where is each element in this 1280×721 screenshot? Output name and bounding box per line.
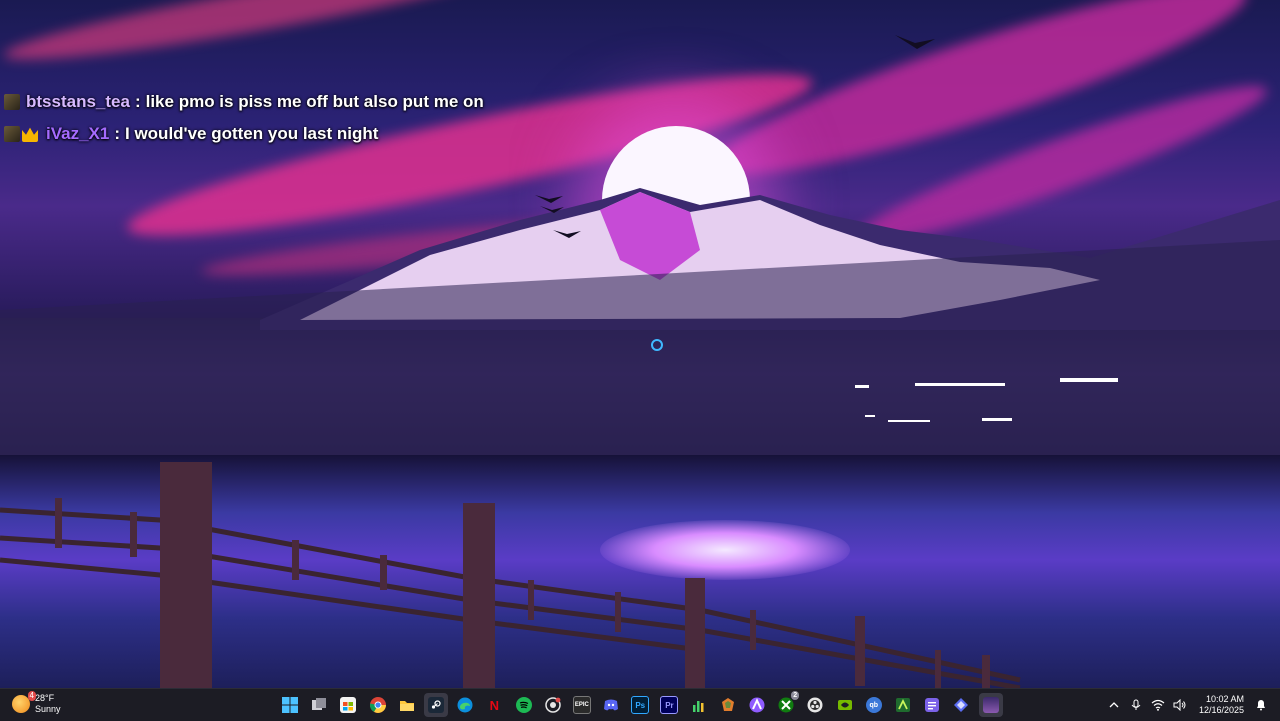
clock-date: 12/16/2025 [1198,705,1244,715]
chat-separator: : [114,124,120,143]
netflix-button[interactable]: N [482,693,506,717]
store-icon [340,697,357,713]
obs-icon [807,697,823,713]
chat-message: btsstans_tea : like pmo is piss me off b… [4,86,484,118]
audio-meter-button[interactable] [687,693,711,717]
chrome-button[interactable] [366,693,390,717]
file-explorer-button[interactable] [395,693,419,717]
arc-icon [749,697,765,713]
volume-button[interactable] [1172,697,1188,713]
qbittorrent-button[interactable]: qb [862,693,886,717]
qbittorrent-icon: qb [865,697,882,713]
wifi-button[interactable] [1150,697,1166,713]
discord-button[interactable] [599,693,623,717]
notifications-button[interactable] [1253,697,1269,713]
xbox-button[interactable]: 2 [774,691,800,717]
user-badge-icon [4,94,20,110]
edge-icon [457,697,473,713]
app-diamond-button[interactable] [949,693,973,717]
chat-overlay: btsstans_tea : like pmo is piss me off b… [4,86,484,150]
epic-games-button[interactable]: EPIC [570,693,594,717]
notes-icon [925,698,940,712]
app-icon [895,698,910,712]
microphone-icon [1131,699,1141,710]
chat-username: btsstans_tea [26,92,130,111]
weather-condition: Sunny [35,704,61,714]
notification-badge: 2 [791,691,800,700]
wifi-icon [1151,699,1165,711]
microphone-button[interactable] [1128,697,1144,713]
store-button[interactable] [336,693,360,717]
task-view-button[interactable] [307,693,331,717]
user-badge-icon [4,126,20,142]
weather-text: 28°F Sunny [35,693,61,715]
steam-icon [427,697,444,713]
taskbar: 4 28°F Sunny N EPIC Ps Pr 2 qb 10:02 AM … [0,688,1280,721]
windows-logo-icon [282,697,298,713]
bell-icon [1257,700,1265,711]
folder-icon [399,701,414,711]
github-desktop-button[interactable] [541,693,565,717]
speaker-icon [1173,699,1186,711]
app-avatar-button[interactable] [978,693,1003,717]
diamond-icon [954,698,969,712]
chat-text: like pmo is piss me off but also put me … [145,92,484,111]
chat-username: iVaz_X1 [46,124,110,143]
notification-badge: 4 [27,691,36,701]
taskbar-apps: N EPIC Ps Pr 2 qb [278,691,1008,717]
premiere-pro-icon: Pr [660,696,679,714]
task-view-icon [312,698,327,710]
start-button[interactable] [278,693,302,717]
bar-chart-icon [692,701,704,712]
nvidia-button[interactable] [833,693,857,717]
system-tray: 10:02 AM 12/16/2025 [1103,693,1272,717]
app-orange-button[interactable] [716,693,740,717]
photoshop-button[interactable]: Ps [628,693,652,717]
show-hidden-icons-button[interactable] [1106,697,1122,713]
chrome-icon [369,697,386,713]
epic-games-icon: EPIC [572,696,591,714]
obs-button[interactable] [803,693,827,717]
premiere-pro-button[interactable]: Pr [657,693,681,717]
arc-button[interactable] [745,693,769,717]
chat-text: I would've gotten you last night [125,124,379,143]
photoshop-icon: Ps [631,696,650,714]
netflix-icon: N [489,697,499,713]
spotify-button[interactable] [512,693,536,717]
sun-weather-icon: 4 [12,691,36,713]
busy-cursor-icon [651,339,663,351]
app-green-button[interactable] [891,693,915,717]
crown-badge-icon [22,127,38,142]
spotify-icon [515,697,532,713]
chevron-up-icon [1109,702,1119,708]
avatar-icon [982,697,999,713]
edge-button[interactable] [453,693,477,717]
steam-button[interactable] [423,693,448,717]
xbox-icon [778,697,794,713]
github-icon [544,697,561,713]
chat-message: iVaz_X1 : I would've gotten you last nig… [4,118,484,150]
nvidia-icon [837,700,852,710]
discord-icon [604,699,619,711]
weather-temperature: 28°F [35,693,55,703]
app-icon [721,698,734,711]
notes-button[interactable] [920,693,944,717]
chat-separator: : [134,92,141,111]
clock-time: 10:02 AM [1205,694,1244,704]
clock-button[interactable]: 10:02 AM 12/16/2025 [1199,694,1244,716]
weather-widget[interactable]: 4 28°F Sunny [12,691,61,715]
